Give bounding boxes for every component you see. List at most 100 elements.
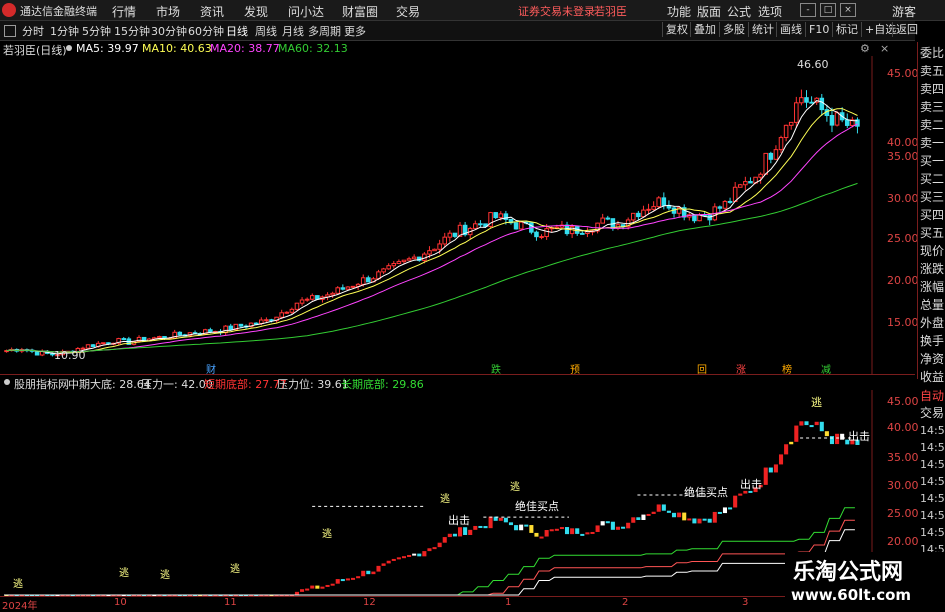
side-quote-item[interactable]: 外盘 [920,314,944,331]
toolbar-back[interactable]: 返回 [892,22,921,37]
guest-user-button[interactable]: 游客 [892,3,916,20]
indicator-bar [656,504,661,512]
candle-body [804,97,809,103]
indicator-bar [544,530,549,537]
side-quote-item[interactable]: 净资 [920,350,944,367]
period-30min[interactable]: 30分钟 [151,23,187,39]
menu-discover[interactable]: 发现 [244,3,268,20]
indicator-bar [733,495,738,508]
auto-trade-label[interactable]: 自动 [920,387,944,404]
chart-close-icon[interactable]: × [880,42,892,55]
panel-toggle-icon[interactable] [4,25,16,37]
main-candlestick-chart [0,56,915,374]
toolbar-adjust[interactable]: 复权 [662,22,691,37]
candle-body [809,101,814,104]
side-quote-item[interactable]: 涨幅 [920,278,944,295]
side-quote-item[interactable]: 买四 [920,206,944,223]
indicator-bar [661,504,666,511]
toolbar-mark[interactable]: 标记 [832,22,861,37]
indicator-bar [722,507,728,514]
signal-escape: 逃 [322,529,332,540]
period-tick[interactable]: 分时 [22,23,44,39]
signal-escape: 逃 [811,396,822,409]
indicator-bar [325,584,330,587]
close-button[interactable]: × [840,3,856,17]
side-quote-item[interactable]: 卖二 [920,116,944,133]
menu-market[interactable]: 市场 [156,3,180,20]
watermark-box: 乐淘公式网 www.60lt.com [785,552,945,609]
menu-options[interactable]: 选项 [758,3,782,20]
side-quote-item[interactable]: 现价 [920,242,944,259]
candle-body [340,287,346,290]
period-weekly[interactable]: 周线 [255,23,277,39]
side-quote-item[interactable]: 换手 [920,332,944,349]
candle-body [401,259,407,263]
menu-trade[interactable]: 交易 [396,3,420,20]
side-quote-item[interactable]: 卖五 [920,62,944,79]
candle-body [763,152,769,175]
minimize-button[interactable]: - [800,3,816,17]
candle-body [90,344,96,348]
login-warning[interactable]: 证券交易未登录 [518,3,595,19]
side-quote-item[interactable]: 买二 [920,170,944,187]
legend-dot-icon [66,45,72,51]
period-5min[interactable]: 5分钟 [82,23,111,39]
menu-functions[interactable]: 功能 [667,3,691,20]
candle-body [101,342,106,345]
toolbar-f10[interactable]: F10 [805,22,832,37]
indicator-bar [310,585,315,589]
side-quote-item[interactable]: 买一 [920,152,944,169]
indicator-chart [0,390,915,596]
maximize-button[interactable]: □ [820,3,836,17]
period-daily[interactable]: 日线 [226,23,248,39]
time-item: 14:56 [920,526,945,539]
side-quote-item[interactable]: 总量 [920,296,944,313]
side-quote-item[interactable]: 买五 [920,224,944,241]
menu-quotes[interactable]: 行情 [112,3,136,20]
period-monthly[interactable]: 月线 [282,23,304,39]
side-quote-item[interactable]: 卖三 [920,98,944,115]
candle-body [386,265,391,270]
indicator-bar [646,513,651,516]
indicator-bar [626,522,631,529]
indicator-bar [651,511,656,514]
candle-body [177,331,183,336]
ind-y-tick-25: 25.00 [887,507,919,520]
side-quote-item[interactable]: 卖四 [920,80,944,97]
side-quote-item[interactable]: 卖一 [920,134,944,151]
side-quote-item[interactable]: 涨跌 [920,260,944,277]
toolbar-overlay[interactable]: 叠加 [690,22,719,37]
toolbar-draw[interactable]: 画线 [776,22,805,37]
toolbar-stats[interactable]: 统计 [748,22,777,37]
chart-settings-icon[interactable]: ⚙ [860,42,882,55]
menu-news[interactable]: 资讯 [200,3,224,20]
period-15min[interactable]: 15分钟 [114,23,150,39]
indicator-bar [580,533,585,536]
side-quote-item[interactable]: 买三 [920,188,944,205]
indicator-bar [401,556,407,559]
toolbar-multistock[interactable]: 多股 [719,22,748,37]
period-1min[interactable]: 1分钟 [50,23,79,39]
side-quote-item[interactable]: 委比 [920,44,944,61]
candle-body [85,344,91,349]
candle-body [330,292,335,296]
menu-formula[interactable]: 公式 [727,3,751,20]
indicator-bar [707,518,712,523]
candle-body [437,243,442,250]
signal-best-buy: 绝佳买点 [684,486,728,499]
indicator-bar [305,588,310,591]
side-quote-item[interactable]: 收益 [920,368,944,385]
indicator-bar [564,527,570,535]
trade-label[interactable]: 交易 [920,404,944,421]
indicator-bar [417,553,422,557]
period-multi[interactable]: 多周期 [308,23,341,39]
menu-layout[interactable]: 版面 [697,3,721,20]
menu-wealth[interactable]: 财富圈 [342,3,378,20]
indicator-bar [789,441,794,445]
period-60min[interactable]: 60分钟 [188,23,224,39]
menu-ask[interactable]: 问小达 [288,3,324,20]
indicator-bar [554,528,559,531]
period-more[interactable]: 更多 [344,23,366,39]
signal-escape: 逃 [230,564,240,575]
indicator-bar [335,579,340,584]
